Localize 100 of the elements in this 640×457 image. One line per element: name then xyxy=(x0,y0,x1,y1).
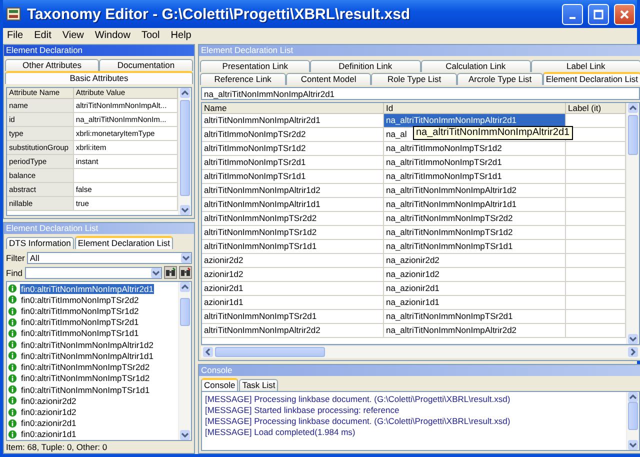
dropdown-arrow-icon[interactable] xyxy=(151,268,161,278)
table-cell[interactable]: na_altriTitNonImmNonImpAltrir1d1 xyxy=(384,198,517,211)
list-item[interactable]: fin0:altriTitImmoNonImpTSr1d1 xyxy=(20,328,140,338)
tab[interactable]: Content Model xyxy=(286,73,372,85)
list-item[interactable]: fin0:altriTitImmoNonImpTSr2d1 xyxy=(20,317,140,328)
table-cell: altriTitNonImmNonImpTSr2d2 xyxy=(202,212,384,225)
scrollbar-thumb[interactable] xyxy=(628,115,638,155)
scrollbar-thumb[interactable] xyxy=(628,402,638,430)
horizontal-scrollbar[interactable] xyxy=(201,345,640,358)
tab[interactable]: Definition Link xyxy=(310,60,420,72)
filter-dropdown[interactable]: All xyxy=(26,252,192,264)
menu-item[interactable]: File xyxy=(7,30,24,40)
table-cell: azionir2d1 xyxy=(202,282,384,295)
list-item[interactable]: fin0:altriTitNonImmNonImpAltrir1d1 xyxy=(20,350,154,361)
panel-title: Console xyxy=(199,365,640,376)
scrollbar-thumb[interactable] xyxy=(215,347,325,357)
tab[interactable]: Other Attributes xyxy=(5,59,99,71)
maximize-button[interactable] xyxy=(588,4,609,24)
table-cell: altriTitNonImmNonImpAltrir1d1 xyxy=(202,198,384,211)
column-header[interactable]: Id xyxy=(384,103,566,113)
minimize-icon xyxy=(569,16,576,18)
vertical-scrollbar[interactable] xyxy=(178,88,191,215)
scroll-right-icon[interactable] xyxy=(628,347,638,357)
scrollbar-thumb[interactable] xyxy=(180,100,190,196)
binoculars-icon xyxy=(180,267,191,278)
table-cell[interactable]: na_altriTitNonImmNonImpAltrir2d1 xyxy=(384,114,565,127)
scroll-up-icon[interactable] xyxy=(628,103,638,113)
maximize-icon xyxy=(592,8,605,20)
status-text: Item: 68, Tuple: 0, Other: 0 xyxy=(5,442,108,453)
tab[interactable]: Documentation xyxy=(99,59,193,71)
find-previous-button[interactable] xyxy=(179,266,192,279)
scroll-down-icon[interactable] xyxy=(180,205,190,215)
tab[interactable]: Arcrole Type List xyxy=(457,73,543,85)
scroll-up-icon[interactable] xyxy=(628,392,638,402)
table-cell: azionir1d1 xyxy=(202,296,384,309)
scroll-down-icon[interactable] xyxy=(628,440,638,450)
table-cell[interactable]: na_altriTitImmoNonImpTSr1d1 xyxy=(384,170,502,183)
tab[interactable]: Calculation Link xyxy=(420,60,531,72)
dropdown-arrow-icon[interactable] xyxy=(181,252,191,262)
tab[interactable]: DTS Information xyxy=(6,237,74,249)
tab[interactable]: Basic Attributes xyxy=(5,71,193,84)
console-message: [MESSAGE] Started linkbase processing: reference xyxy=(205,405,400,416)
list-item[interactable]: fin0:altriTitImmoNonImpTSr1d2 xyxy=(20,306,140,316)
minimize-button[interactable] xyxy=(562,4,583,24)
table-cell[interactable]: na_altriTitNonImmNonImpTSr1d1 xyxy=(384,240,513,253)
panel-title: Element Declaration List xyxy=(4,223,194,234)
table-cell[interactable]: na_altriTitNonImmNonImpTSr2d1 xyxy=(384,310,513,323)
menu-item[interactable]: Edit xyxy=(34,30,52,40)
list-item[interactable]: fin0:altriTitNonImmNonImpAltrir2d1 xyxy=(20,284,154,294)
menu-item[interactable]: Window xyxy=(94,30,130,40)
list-item[interactable]: fin0:azionir2d2 xyxy=(20,396,78,406)
list-item[interactable]: fin0:azionir2d1 xyxy=(20,418,78,428)
column-header[interactable]: Name xyxy=(202,103,384,113)
console-message: [MESSAGE] Load completed(1.984 ms) xyxy=(205,427,356,438)
tab[interactable]: Element Declaration List xyxy=(542,72,640,85)
table-cell[interactable]: na_altriTitNonImmNonImpTSr1d2 xyxy=(384,226,513,239)
table-cell: altriTitImmoNonImpTSr2d1 xyxy=(202,156,384,169)
list-item[interactable]: fin0:altriTitImmoNonImpTSr2d2 xyxy=(20,294,140,305)
table-cell: altriTitNonImmNonImpAltrir1d2 xyxy=(202,184,384,197)
list-item[interactable]: fin0:altriTitNonImmNonImpTSr1d1 xyxy=(20,384,151,395)
table-cell: altriTitNonImmNonImpTSr1d2 xyxy=(202,226,384,239)
tab[interactable]: Task List xyxy=(239,379,278,391)
table-cell[interactable]: na_altriTitNonImmNonImpAltrir1d2 xyxy=(384,184,517,197)
scroll-up-icon[interactable] xyxy=(180,88,190,98)
scroll-down-icon[interactable] xyxy=(180,430,190,440)
list-item[interactable]: fin0:altriTitNonImmNonImpAltrir1d2 xyxy=(20,340,154,350)
scroll-up-icon[interactable] xyxy=(180,282,190,292)
tab[interactable]: Role Type List xyxy=(371,73,458,85)
scroll-down-icon[interactable] xyxy=(628,334,638,344)
find-next-button[interactable] xyxy=(164,266,177,279)
list-item[interactable]: fin0:altriTitNonImmNonImpTSr2d2 xyxy=(20,362,151,372)
close-button[interactable] xyxy=(614,4,635,24)
table-cell[interactable]: na_altriTitNonImmNonImpTSr2d2 xyxy=(384,212,513,225)
list-item[interactable]: fin0:altriTitNonImmNonImpTSr1d2 xyxy=(20,373,151,384)
table-cell[interactable]: na_altriTitNonImmNonImpAltrir2d2 xyxy=(384,324,517,337)
scroll-left-icon[interactable] xyxy=(203,347,213,357)
tab[interactable]: Presentation Link xyxy=(200,60,310,72)
list-item[interactable]: fin0:azionir1d2 xyxy=(20,407,78,418)
table-cell[interactable]: na_azionir1d2 xyxy=(384,268,440,281)
tab[interactable]: Element Declaration List xyxy=(74,236,174,249)
console-message: [MESSAGE] Processing linkbase document. (G:\Coletti\Progetti\XBRL\result.xsd) xyxy=(205,394,512,405)
id-field[interactable]: na_altriTitNonImmNonImpAltrir2d1 xyxy=(201,87,640,100)
table-cell[interactable]: na_altriTitImmoNonImpTSr1d2 xyxy=(384,142,502,155)
table-cell[interactable]: na_al xyxy=(384,128,407,141)
vertical-scrollbar[interactable] xyxy=(626,392,639,450)
table-cell[interactable]: na_azionir2d2 xyxy=(384,254,440,267)
tab[interactable]: Console xyxy=(201,378,238,391)
tab[interactable]: Label Link xyxy=(530,60,640,72)
table-cell[interactable]: na_azionir1d1 xyxy=(384,296,440,309)
scrollbar-thumb[interactable] xyxy=(180,298,190,326)
vertical-scrollbar[interactable] xyxy=(626,103,639,344)
menu-item[interactable]: View xyxy=(62,30,84,40)
list-item[interactable]: fin0:azionir1d1 xyxy=(20,429,78,440)
menu-item[interactable]: Tool xyxy=(141,30,160,40)
tab[interactable]: Reference Link xyxy=(200,73,286,85)
table-cell[interactable]: na_azionir2d1 xyxy=(384,282,440,295)
vertical-scrollbar[interactable] xyxy=(178,282,191,440)
find-field[interactable] xyxy=(24,266,162,278)
menu-item[interactable]: Help xyxy=(170,30,192,40)
table-cell[interactable]: na_altriTitImmoNonImpTSr2d1 xyxy=(384,156,502,169)
